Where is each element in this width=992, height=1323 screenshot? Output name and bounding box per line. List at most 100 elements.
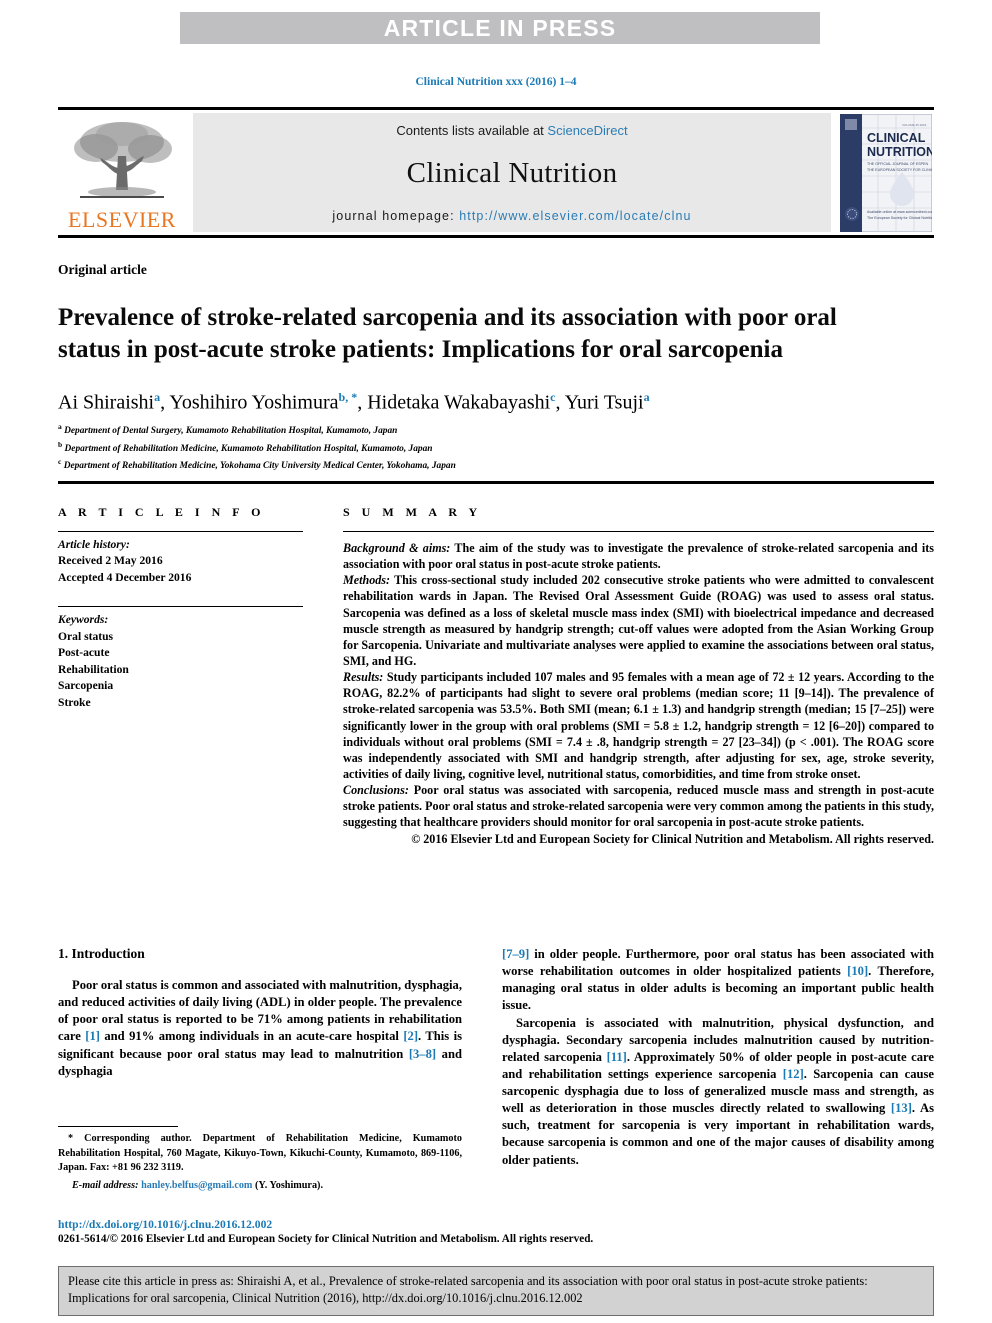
author-name-4: Yuri Tsuji [564,391,644,414]
article-info-heading: A R T I C L E I N F O [58,505,265,519]
journal-cover-image: CLINICAL NUTRITION THE OFFICIAL JOURNAL … [840,113,932,232]
citation-ref-7-9[interactable]: [7–9] [502,947,529,961]
citation-ref-13[interactable]: [13] [891,1101,912,1115]
abstract-methods-text: This cross-sectional study included 202 … [343,573,934,668]
abstract-copyright: © 2016 Elsevier Ltd and European Society… [411,831,934,846]
article-accepted-date: Accepted 4 December 2016 [58,570,192,584]
abstract-conclusions-label: Conclusions: [343,783,409,798]
journal-homepage-line: journal homepage: http://www.elsevier.co… [332,209,691,223]
footnote-address-text: Corresponding author. Department of Reha… [58,1133,462,1174]
journal-masthead: ELSEVIER Contents lists available at Sci… [58,107,934,238]
footnote-email-line: E-mail address: hanley.belfus@gmail.com … [58,1180,462,1191]
abstract-background-label: Background & aims: [343,541,451,555]
introduction-heading: 1. Introduction [58,946,145,961]
footnote-address: * Corresponding author. Department of Re… [58,1132,462,1176]
article-info-column: A R T I C L E I N F O Article history: R… [58,505,303,711]
article-type-label: Original article [58,262,147,277]
svg-text:Available online at www.scienc: Available online at www.sciencedirect.co… [867,210,932,214]
affiliation-text-a: Department of Dental Surgery, Kumamoto R… [64,426,398,437]
keyword-item: Rehabilitation [58,662,129,676]
citation-ref-1[interactable]: [1] [85,1029,100,1043]
affiliation-text-c: Department of Rehabilitation Medicine, Y… [63,461,456,472]
journal-cover-thumbnail: CLINICAL NUTRITION THE OFFICIAL JOURNAL … [838,113,934,232]
email-owner: (Y. Yoshimura). [252,1180,323,1192]
affiliation-mark-c: c [58,457,62,467]
abstract-conclusions-text: Poor oral status was associated with sar… [343,783,934,830]
homepage-label: journal homepage: [332,209,460,223]
footnote-rule [58,1126,178,1127]
citation-ref-10[interactable]: [10] [847,964,868,978]
keywords-block: Keywords: Oral status Post-acute Rehabil… [58,612,303,711]
affiliation-list: a Department of Dental Surgery, Kumamoto… [58,421,928,474]
running-head-citation: Clinical Nutrition xxx (2016) 1–4 [415,76,577,88]
svg-text:THE EUROPEAN SOCIETY FOR CLINI: THE EUROPEAN SOCIETY FOR CLINICAL [867,168,932,172]
author-mark-2: b, * [338,390,358,404]
corresponding-author-footnote: * Corresponding author. Department of Re… [58,1126,462,1191]
intro-left-text-b: and 91% among individuals in an acute-ca… [99,1029,404,1044]
affiliation-item: c Department of Rehabilitation Medicine,… [58,456,928,474]
contents-prefix: Contents lists available at [396,123,548,138]
summary-rule [343,531,934,532]
abstract-results-text: Study participants included 107 males an… [343,670,934,781]
author-mark-3: c [550,390,556,404]
svg-text:CLINICAL: CLINICAL [867,131,926,145]
abstract-body: Background & aims: The aim of the study … [343,540,934,847]
svg-text:NUTRITION: NUTRITION [867,145,932,159]
body-column-right: [7–9] in older people. Furthermore, poor… [502,946,934,1169]
abstract-methods: Methods: This cross-sectional study incl… [343,572,934,669]
author-name-3: Hidetaka Wakabayashi [367,391,551,414]
author-mark-1: a [154,390,161,404]
citation-ref-2[interactable]: [2] [403,1029,418,1043]
abstract-methods-label: Methods: [343,573,391,588]
citation-ref-12[interactable]: [12] [783,1067,804,1081]
email-address-link[interactable]: hanley.belfus@gmail.com [141,1180,252,1191]
summary-heading: S U M M A R Y [343,505,482,519]
masthead-center-panel: Contents lists available at ScienceDirec… [193,113,831,232]
abstract-conclusions: Conclusions: Poor oral status was associ… [343,782,934,830]
svg-text:THE OFFICIAL JOURNAL OF ESPEN: THE OFFICIAL JOURNAL OF ESPEN [867,162,928,166]
sciencedirect-link[interactable]: ScienceDirect [547,123,627,138]
abstract-results-label: Results: [343,670,384,685]
keyword-item: Stroke [58,695,91,709]
issn-copyright-line: 0261-5614/© 2016 Elsevier Ltd and Europe… [58,1233,594,1245]
summary-column: S U M M A R Y Background & aims: The aim… [343,505,934,847]
please-cite-box: Please cite this article in press as: Sh… [58,1266,934,1316]
keyword-item: Oral status [58,629,114,643]
homepage-url[interactable]: http://www.elsevier.com/locate/clnu [459,209,691,223]
elsevier-wordmark: ELSEVIER [68,207,176,232]
affiliation-mark-b: b [58,439,63,449]
keyword-item: Sarcopenia [58,679,114,693]
introduction-paragraph-right-1: [7–9] in older people. Furthermore, poor… [502,946,934,1015]
article-received-date: Received 2 May 2016 [58,554,163,568]
section-divider-rule [58,481,934,484]
citation-ref-11[interactable]: [11] [607,1050,627,1064]
keywords-rule [58,606,303,608]
introduction-paragraph-left: Poor oral status is common and associate… [58,977,462,1080]
affiliation-item: a Department of Dental Surgery, Kumamoto… [58,421,928,439]
article-history-label: Article history: [58,538,130,551]
elsevier-tree-icon [74,122,172,198]
abstract-results: Results: Study participants included 107… [343,669,934,782]
abstract-background: Background & aims: The aim of the study … [343,540,934,572]
author-name-1: Ai Shiraishi [58,391,155,414]
article-info-rule [58,531,303,532]
article-in-press-label: ARTICLE IN PRESS [383,14,617,41]
affiliation-text-b: Department of Rehabilitation Medicine, K… [64,443,433,454]
body-column-left: 1. Introduction Poor oral status is comm… [58,946,462,1080]
author-name-2: Yoshihiro Yoshimura [169,391,339,414]
affiliation-item: b Department of Rehabilitation Medicine,… [58,439,928,457]
citation-ref-3-8[interactable]: [3–8] [409,1047,436,1061]
email-address-label: E-mail address: [72,1180,139,1192]
doi-link[interactable]: http://dx.doi.org/10.1016/j.clnu.2016.12… [58,1218,272,1231]
author-mark-4: a [643,390,650,404]
article-in-press-banner: ARTICLE IN PRESS [180,12,820,44]
page-title: Prevalence of stroke-related sarcopenia … [58,303,837,363]
article-history-block: Article history: Received 2 May 2016 Acc… [58,537,303,586]
svg-text:VOLUME 35 2016: VOLUME 35 2016 [902,123,927,127]
journal-title: Clinical Nutrition [406,157,618,189]
keyword-item: Post-acute [58,646,110,660]
svg-text:The European Society for Clini: The European Society for Clinical Nutrit… [867,216,932,220]
contents-list-line: Contents lists available at ScienceDirec… [396,123,627,138]
elsevier-logo: ELSEVIER [58,113,186,232]
introduction-paragraph-right-2: Sarcopenia is associated with malnutriti… [502,1015,934,1169]
